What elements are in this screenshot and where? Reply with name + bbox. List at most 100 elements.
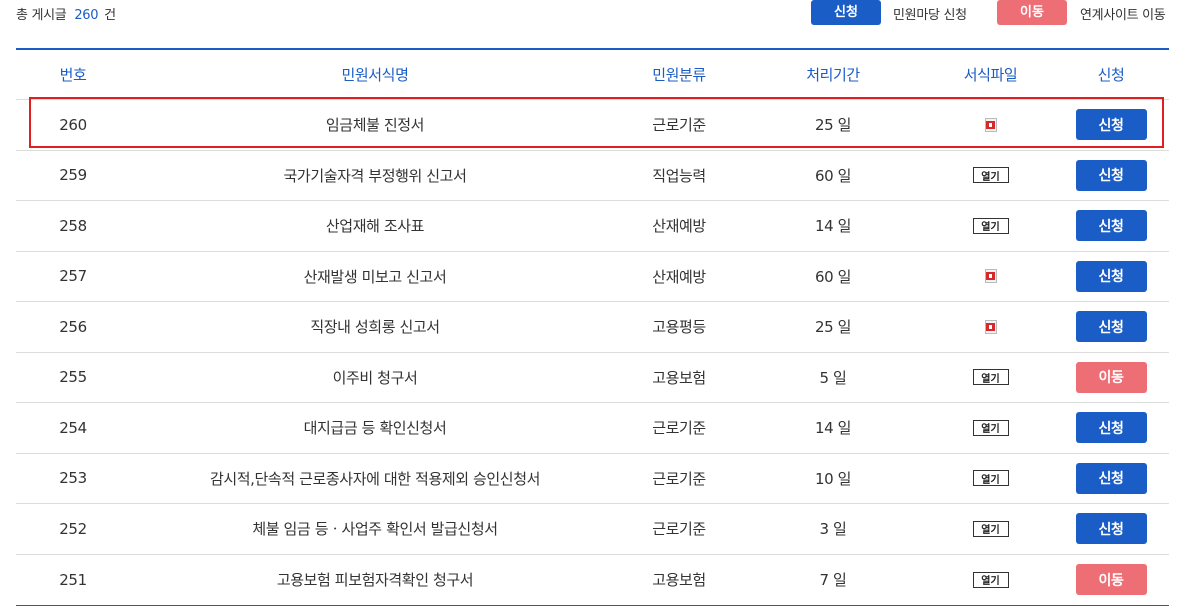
header-form-name: 민원서식명 <box>341 66 409 84</box>
apply-cell: 이동 <box>1053 353 1169 403</box>
open-file-button[interactable]: 열기 <box>972 217 1009 234</box>
form-category: 산재예방 <box>652 267 706 286</box>
legend-apply-desc: 민원마당 신청 <box>893 8 967 23</box>
row-number: 259 <box>59 166 87 185</box>
row-number: 252 <box>59 519 87 538</box>
apply-cell: 신청 <box>1053 252 1169 302</box>
form-category: 근로기준 <box>652 419 706 438</box>
row-number: 258 <box>59 216 87 235</box>
open-file-button[interactable]: 열기 <box>972 470 1009 487</box>
table-row: 253 감시적,단속적 근로종사자에 대한 적용제외 승인신청서 근로기준 10… <box>16 454 1169 504</box>
move-button[interactable]: 이동 <box>1075 564 1147 596</box>
form-file-cell: 열기 <box>928 403 1053 453</box>
row-number: 260 <box>59 115 87 134</box>
legend-move-desc: 연계사이트 이동 <box>1080 8 1166 23</box>
form-file-cell: 열기 <box>928 555 1053 606</box>
form-file-cell: 열기 <box>928 201 1053 251</box>
table-row: 255 이주비 청구서 고용보험 5 일 열기 이동 <box>16 353 1169 403</box>
form-category: 근로기준 <box>652 469 706 488</box>
table-row: 258 산업재해 조사표 산재예방 14 일 열기 신청 <box>16 201 1169 252</box>
total-prefix: 총 게시글 <box>16 8 67 23</box>
form-category: 고용보험 <box>652 368 706 387</box>
form-category: 고용보험 <box>652 571 706 590</box>
apply-button[interactable]: 신청 <box>1075 109 1147 141</box>
apply-button[interactable]: 신청 <box>1075 462 1147 494</box>
apply-cell: 신청 <box>1053 100 1169 150</box>
apply-button[interactable]: 신청 <box>1075 210 1147 242</box>
table-row: 256 직장내 성희롱 신고서 고용평등 25 일 신청 <box>16 302 1169 353</box>
open-file-button[interactable]: 열기 <box>972 520 1009 537</box>
form-name-link[interactable]: 산재발생 미보고 신고서 <box>130 252 620 302</box>
form-file-cell: 열기 <box>928 454 1053 504</box>
form-category: 직업능력 <box>652 166 706 185</box>
table-header: 번호 민원서식명 민원분류 처리기간 서식파일 신청 <box>16 50 1169 100</box>
row-number: 254 <box>59 418 87 437</box>
form-name-link[interactable]: 임금체불 진정서 <box>130 100 620 150</box>
processing-period: 14 일 <box>814 217 852 236</box>
row-number: 251 <box>59 570 87 589</box>
board-toolbar: 총 게시글 260 건 신청 민원마당 신청 이동 연계사이트 이동 <box>0 0 1190 30</box>
apply-button[interactable]: 신청 <box>1075 159 1147 191</box>
open-file-button[interactable]: 열기 <box>972 419 1009 436</box>
apply-cell: 신청 <box>1053 403 1169 453</box>
hwp-file-icon[interactable] <box>984 319 998 334</box>
form-name-link[interactable]: 고용보험 피보험자격확인 청구서 <box>130 555 620 606</box>
apply-cell: 신청 <box>1053 302 1169 352</box>
form-file-cell <box>928 100 1053 150</box>
processing-period: 60 일 <box>814 267 852 286</box>
table-body: 260 임금체불 진정서 근로기준 25 일 신청 259 국가기술자격 부정행… <box>16 100 1169 605</box>
processing-period: 60 일 <box>814 166 852 185</box>
form-category: 근로기준 <box>652 116 706 135</box>
form-name-link[interactable]: 이주비 청구서 <box>130 353 620 403</box>
table-row: 257 산재발생 미보고 신고서 산재예방 60 일 신청 <box>16 252 1169 302</box>
processing-period: 25 일 <box>814 116 852 135</box>
form-category: 산재예방 <box>652 217 706 236</box>
form-name-link[interactable]: 직장내 성희롱 신고서 <box>130 302 620 352</box>
processing-period: 14 일 <box>814 419 852 438</box>
total-suffix: 건 <box>104 8 116 23</box>
form-name-link[interactable]: 국가기술자격 부정행위 신고서 <box>130 151 620 201</box>
total-count: 총 게시글 260 건 <box>16 4 116 23</box>
apply-button[interactable]: 신청 <box>1075 311 1147 343</box>
total-count-value: 260 <box>74 8 99 23</box>
table-row: 251 고용보험 피보험자격확인 청구서 고용보험 7 일 열기 이동 <box>16 555 1169 606</box>
row-number: 256 <box>59 317 87 336</box>
form-category: 고용평등 <box>652 318 706 337</box>
header-category: 민원분류 <box>652 66 706 84</box>
form-name-link[interactable]: 감시적,단속적 근로종사자에 대한 적용제외 승인신청서 <box>130 454 620 504</box>
apply-button[interactable]: 신청 <box>1075 412 1147 444</box>
apply-cell: 이동 <box>1053 555 1169 606</box>
header-processing-period: 처리기간 <box>806 66 860 84</box>
move-button[interactable]: 이동 <box>1075 361 1147 393</box>
apply-cell: 신청 <box>1053 454 1169 504</box>
form-name-link[interactable]: 체불 임금 등ㆍ사업주 확인서 발급신청서 <box>130 504 620 554</box>
form-file-cell <box>928 302 1053 352</box>
apply-button[interactable]: 신청 <box>1075 513 1147 545</box>
table-row: 254 대지급금 등 확인신청서 근로기준 14 일 열기 신청 <box>16 403 1169 454</box>
apply-cell: 신청 <box>1053 201 1169 251</box>
table-row: 259 국가기술자격 부정행위 신고서 직업능력 60 일 열기 신청 <box>16 151 1169 201</box>
apply-cell: 신청 <box>1053 151 1169 201</box>
form-category: 근로기준 <box>652 520 706 539</box>
hwp-file-icon[interactable] <box>984 269 998 284</box>
form-file-cell <box>928 252 1053 302</box>
form-file-cell: 열기 <box>928 151 1053 201</box>
processing-period: 25 일 <box>814 318 852 337</box>
open-file-button[interactable]: 열기 <box>972 571 1009 588</box>
form-file-cell: 열기 <box>928 504 1053 554</box>
legend-apply-badge: 신청 <box>811 0 881 25</box>
table-row: 252 체불 임금 등ㆍ사업주 확인서 발급신청서 근로기준 3 일 열기 신청 <box>16 504 1169 555</box>
form-name-link[interactable]: 대지급금 등 확인신청서 <box>130 403 620 453</box>
open-file-button[interactable]: 열기 <box>972 369 1009 386</box>
form-file-cell: 열기 <box>928 353 1053 403</box>
civil-forms-table: 번호 민원서식명 민원분류 처리기간 서식파일 신청 260 임금체불 진정서 … <box>16 48 1169 606</box>
form-name-link[interactable]: 산업재해 조사표 <box>130 201 620 251</box>
apply-button[interactable]: 신청 <box>1075 260 1147 292</box>
open-file-button[interactable]: 열기 <box>972 167 1009 184</box>
row-number: 255 <box>59 368 87 387</box>
processing-period: 5 일 <box>819 368 847 387</box>
header-form-file: 서식파일 <box>963 66 1018 84</box>
processing-period: 3 일 <box>819 520 847 539</box>
row-number: 257 <box>59 267 87 286</box>
hwp-file-icon[interactable] <box>984 117 998 132</box>
